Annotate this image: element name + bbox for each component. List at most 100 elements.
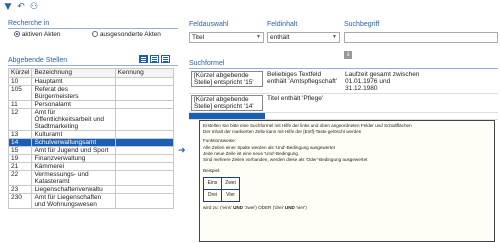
table-cell-kuerzel: 13: [8, 130, 33, 139]
table-cell-kuerzel: 14: [8, 138, 33, 147]
table-cell-kuerzel: 230: [8, 193, 33, 209]
table-cell-kennung: [114, 77, 175, 86]
table-cell-bez: Amt für Liegenschaften und Wohnungswesen: [31, 193, 116, 209]
table-cell-kennung: [114, 185, 175, 194]
formula-cell-selected[interactable]: [189, 112, 265, 120]
formula-cell[interactable]: Laufzeit gesamt zwischen 01.01.1976 und …: [343, 70, 423, 94]
formula-cell[interactable]: [423, 93, 498, 113]
suchbegriff-input[interactable]: [344, 32, 498, 43]
feldauswahl-value: Titel: [192, 34, 205, 41]
table-row[interactable]: 10 Hauptamt: [8, 77, 175, 86]
table-cell-kuerzel: 12: [8, 108, 33, 131]
feldauswahl-label: Feldauswahl: [189, 21, 229, 28]
detail-view-icon[interactable]: [161, 55, 170, 63]
table-row[interactable]: 12 Amt für Öffentlichkeitsarbeit und Stad…: [8, 108, 175, 131]
formula-cell[interactable]: Beliebiges Textfeld enthält 'Amtspflegsc…: [265, 70, 343, 94]
table-cell-bez: Vermessungs- und Katasteramt: [31, 170, 116, 186]
help-line3: Sind mehrere Zeilen vorhanden, werden di…: [203, 157, 368, 163]
add-arrow-icon[interactable]: ➜: [178, 146, 188, 156]
table-cell-kuerzel: 22: [8, 170, 33, 186]
feldinhalt-label: Feldinhalt: [267, 21, 298, 28]
formula-cell[interactable]: [Kürzel abgebende Stelle] entspricht '14…: [191, 95, 263, 111]
table-row[interactable]: 19 Finanzverwaltung: [8, 154, 175, 163]
table-cell-kennung: [114, 108, 175, 131]
suchformel-table: [Kürzel abgebende Stelle] entspricht '15…: [189, 70, 498, 120]
table-cell-bez: Finanzverwaltung: [31, 154, 116, 163]
radio-unselected-icon[interactable]: [92, 31, 98, 38]
stellen-table: Kürzel Bezeichnung Kennung 10 Hauptamt 105…: [8, 68, 175, 209]
chevron-down-icon: ▼: [332, 34, 337, 40]
table-cell-kuerzel: 21: [8, 162, 33, 171]
table-row[interactable]: 11 Personalamt: [8, 100, 175, 109]
radio-aktive-akten[interactable]: aktiven Akten: [14, 31, 94, 40]
table-cell-kennung: [114, 146, 175, 155]
grid-view-icon[interactable]: [139, 55, 148, 63]
stellen-table-container[interactable]: Kürzel Bezeichnung Kennung 10 Hauptamt 105…: [8, 68, 178, 243]
search-in-label: Recherche in: [8, 20, 178, 29]
help-example-grid: Eins Zwei Drei Vier: [203, 177, 240, 203]
table-row[interactable]: 23 Liegenschaftenverwaltu: [8, 185, 175, 194]
table-row[interactable]: 21 Kämmerei: [8, 162, 175, 171]
example-cell: Eins: [203, 177, 222, 191]
example-cell: Zwei: [221, 177, 240, 191]
table-cell-kuerzel: 15: [8, 146, 33, 155]
table-cell-kennung: [114, 130, 175, 139]
formula-row[interactable]: [Kürzel abgebende Stelle] entspricht '15…: [189, 70, 498, 94]
help-result: wird zu: ('eins' UND 'zwei') ODER ('drei…: [203, 205, 307, 211]
col-kuerzel[interactable]: Kürzel: [8, 68, 33, 78]
formula-cell[interactable]: [423, 70, 498, 94]
suchbegriff-label: Suchbegriff: [344, 21, 380, 28]
table-row[interactable]: 15 Amt für Jugend und Sport: [8, 146, 175, 155]
help-tooltip: Erstellen Sie bitte eine Suchformel mit …: [199, 120, 495, 242]
table-cell-bez: Referat des Bürgermeisters: [31, 85, 116, 101]
radio-label-aktive: aktiven Akten: [21, 31, 61, 38]
list-view-icon[interactable]: [150, 55, 159, 63]
table-cell-kennung: [114, 154, 175, 163]
binoculars-icon[interactable]: ⚇: [29, 2, 39, 12]
table-cell-bez: Kulturamt: [31, 130, 116, 139]
formula-cell[interactable]: [343, 93, 423, 113]
example-cell: Vier: [221, 189, 240, 203]
table-row[interactable]: 105 Referat des Bürgermeisters: [8, 85, 175, 101]
table-cell-kuerzel: 10: [8, 77, 33, 86]
formula-row-empty[interactable]: [189, 112, 498, 120]
example-cell: Drei: [203, 189, 222, 203]
undo-icon[interactable]: ↶: [16, 2, 26, 12]
table-cell-bez: Personalamt: [31, 100, 116, 109]
help-intro2: Der Inhalt der markierten Zelle kann mit…: [203, 129, 362, 135]
table-cell-kennung: [114, 100, 175, 109]
table-row[interactable]: 22 Vermessungs- und Katasteramt: [8, 170, 175, 186]
table-cell-kennung: [114, 170, 175, 186]
table-cell-bez: Schulverwaltungsamt: [31, 138, 116, 147]
radio-selected-icon[interactable]: [14, 31, 20, 38]
chevron-down-icon: ▼: [256, 34, 261, 40]
table-row[interactable]: 13 Kulturamt: [8, 130, 175, 139]
col-bezeichnung[interactable]: Bezeichnung: [31, 68, 116, 78]
suchformel-label: Suchformel: [189, 60, 498, 69]
help-beispiel: Beispiel:: [203, 168, 221, 174]
table-cell-kuerzel: 11: [8, 100, 33, 109]
table-cell-kennung: [114, 193, 175, 209]
table-cell-bez: Hauptamt: [31, 77, 116, 86]
col-kennung[interactable]: Kennung: [114, 68, 175, 78]
table-row[interactable]: 14 Schulverwaltungsamt: [8, 138, 175, 147]
arrow-down-icon[interactable]: ↓: [344, 51, 352, 59]
table-cell-bez: Amt für Jugend und Sport: [31, 146, 116, 155]
radio-ausgesonderte-akten[interactable]: ausgesonderte Akten: [92, 31, 182, 40]
table-row[interactable]: 230 Amt für Liegenschaften und Wohnungswe…: [8, 193, 175, 209]
table-cell-bez: Kämmerei: [31, 162, 116, 171]
table-cell-kuerzel: 105: [8, 85, 33, 101]
filter-icon[interactable]: ▼: [3, 2, 13, 12]
formula-cell[interactable]: Titel enthält 'Pflege': [265, 93, 343, 113]
table-cell-bez: Amt für Öffentlichkeitsarbeit und Stadtm…: [31, 108, 116, 131]
formula-row[interactable]: [Kürzel abgebende Stelle] entspricht '14…: [189, 93, 498, 113]
table-cell-kennung: [114, 85, 175, 101]
feldauswahl-select[interactable]: Titel ▼: [189, 32, 264, 43]
feldinhalt-select[interactable]: enthält ▼: [267, 32, 340, 43]
feldinhalt-value: enthält: [270, 34, 290, 41]
table-cell-kuerzel: 19: [8, 154, 33, 163]
table-cell-kuerzel: 23: [8, 185, 33, 194]
formula-cell[interactable]: [Kürzel abgebende Stelle] entspricht '15…: [191, 71, 263, 87]
radio-label-ausgesondert: ausgesonderte Akten: [99, 31, 161, 38]
table-cell-kennung: [114, 138, 175, 147]
